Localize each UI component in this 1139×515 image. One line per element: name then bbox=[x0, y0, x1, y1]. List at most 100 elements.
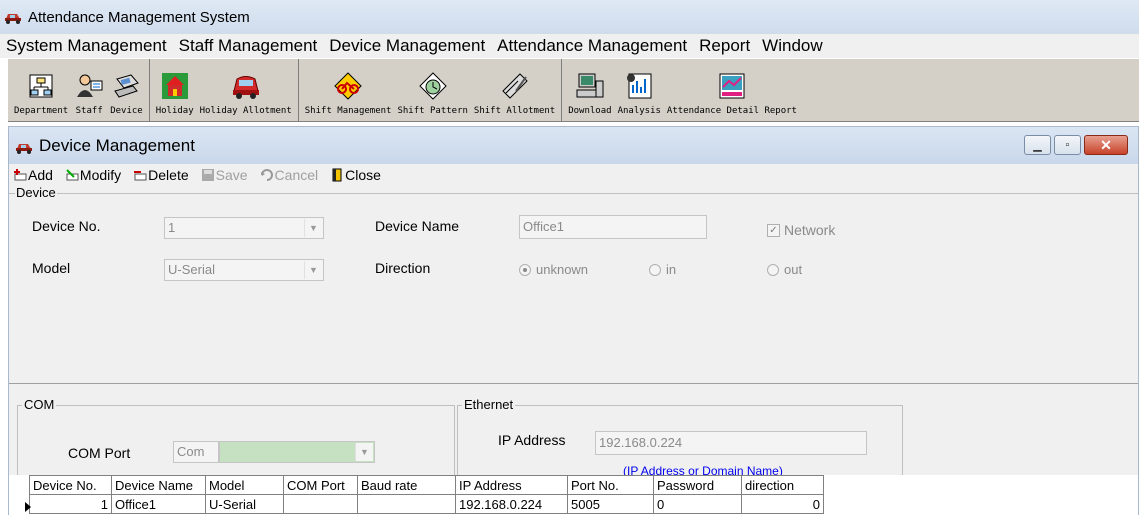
cell-device-name[interactable]: Office1 bbox=[111, 494, 206, 514]
cancel-button[interactable]: Cancel bbox=[260, 167, 319, 183]
add-button[interactable]: Add bbox=[13, 167, 53, 183]
menu-attendance-management[interactable]: Attendance Management bbox=[497, 36, 687, 56]
shift-allotment-button[interactable]: Shift Allotment bbox=[471, 71, 558, 121]
network-checkbox[interactable]: ✓ Network bbox=[767, 222, 835, 238]
column-header[interactable]: IP Address bbox=[455, 475, 568, 495]
delete-label: Delete bbox=[148, 167, 189, 183]
column-header[interactable]: Password bbox=[653, 475, 742, 495]
device-button[interactable]: Device bbox=[107, 71, 146, 121]
direction-in-radio[interactable]: in bbox=[649, 262, 676, 277]
window-controls: ▁ ▫ ✕ bbox=[1021, 135, 1128, 155]
department-label: Department bbox=[14, 106, 69, 116]
device-no-label: Device No. bbox=[32, 218, 101, 234]
column-header[interactable]: Model bbox=[205, 475, 284, 495]
column-header[interactable]: Device Name bbox=[111, 475, 206, 495]
toolbar-group-holiday: Holiday Holiday Allotment bbox=[150, 59, 299, 121]
direction-out-radio[interactable]: out bbox=[767, 262, 802, 277]
radio-icon bbox=[649, 263, 661, 276]
cancel-label: Cancel bbox=[274, 167, 319, 183]
staff-button[interactable]: Staff bbox=[71, 71, 107, 121]
close-button[interactable]: Close bbox=[330, 167, 381, 183]
com-port-prefix[interactable]: Com bbox=[173, 441, 219, 463]
restore-button[interactable]: ▫ bbox=[1054, 135, 1081, 155]
device-no-combo[interactable]: 1 ▼ bbox=[164, 217, 324, 239]
network-label: Network bbox=[784, 222, 836, 238]
download-icon bbox=[576, 73, 604, 98]
shift-pattern-button[interactable]: Shift Pattern bbox=[394, 71, 470, 121]
column-header[interactable]: Device No. bbox=[29, 475, 112, 495]
menu-device-management[interactable]: Device Management bbox=[329, 36, 485, 56]
toolbar-group-shift: Shift Management Shift Pattern Shift All… bbox=[299, 59, 563, 121]
device-name-field[interactable]: Office1 bbox=[519, 215, 707, 239]
holiday-icon bbox=[161, 73, 188, 99]
column-header[interactable]: COM Port bbox=[283, 475, 358, 495]
com-port-combo[interactable]: ▼ bbox=[219, 441, 375, 463]
com-port-label: COM Port bbox=[68, 445, 131, 461]
holiday-allotment-label: Holiday Allotment bbox=[199, 106, 292, 116]
section-divider bbox=[9, 383, 1138, 384]
save-button[interactable]: Save bbox=[201, 167, 248, 183]
main-toolbar: Department Staff Device Holiday Holiday … bbox=[8, 58, 1139, 122]
holiday-allotment-button[interactable]: Holiday Allotment bbox=[197, 71, 295, 121]
model-combo[interactable]: U-Serial ▼ bbox=[164, 259, 324, 281]
ip-address-label: IP Address bbox=[498, 432, 566, 448]
cell-port-no[interactable]: 5005 bbox=[567, 494, 654, 514]
minimize-button[interactable]: ▁ bbox=[1024, 135, 1051, 155]
toolbar-group-report: Download Analysis Attendance Detail Repo… bbox=[562, 59, 803, 121]
device-group-legend: Device bbox=[15, 185, 57, 200]
shift-pattern-icon bbox=[418, 72, 447, 100]
toolbar-group-staff: Department Staff Device bbox=[8, 59, 150, 121]
attendance-detail-report-button[interactable]: Attendance Detail Report bbox=[664, 71, 800, 121]
analysis-button[interactable]: Analysis bbox=[615, 71, 664, 121]
table-row[interactable]: 1 Office1 U-Serial 192.168.0.224 5005 0 … bbox=[29, 494, 824, 514]
analysis-label: Analysis bbox=[617, 106, 661, 116]
direction-unknown-label: unknown bbox=[536, 262, 589, 277]
model-value: U-Serial bbox=[168, 262, 215, 277]
radio-selected-icon bbox=[519, 263, 531, 276]
menu-staff-management[interactable]: Staff Management bbox=[179, 36, 318, 56]
shift-pattern-label: Shift Pattern bbox=[397, 106, 468, 116]
column-header[interactable]: direction bbox=[741, 475, 824, 495]
delete-button[interactable]: Delete bbox=[133, 167, 189, 183]
shift-management-button[interactable]: Shift Management bbox=[302, 71, 395, 121]
ethernet-group: Ethernet IP Address 192.168.0.224 (IP Ad… bbox=[457, 397, 903, 485]
menu-system-management[interactable]: System Management bbox=[6, 36, 167, 56]
device-label: Device bbox=[110, 106, 143, 116]
device-icon bbox=[114, 74, 140, 98]
column-header[interactable]: Port No. bbox=[567, 475, 654, 495]
shift-management-label: Shift Management bbox=[304, 106, 392, 116]
add-label: Add bbox=[28, 167, 53, 183]
holiday-button[interactable]: Holiday bbox=[153, 71, 197, 121]
device-grid: Device No. Device Name Model COM Port Ba… bbox=[29, 475, 824, 514]
menu-report[interactable]: Report bbox=[699, 36, 750, 56]
checkmark-icon: ✓ bbox=[767, 223, 780, 237]
direction-unknown-radio[interactable]: unknown bbox=[519, 262, 588, 277]
analysis-icon bbox=[627, 73, 652, 99]
shift-management-icon bbox=[334, 72, 362, 100]
close-window-button[interactable]: ✕ bbox=[1084, 135, 1128, 155]
modify-button[interactable]: Modify bbox=[65, 167, 121, 183]
restore-icon: ▫ bbox=[1065, 139, 1070, 151]
app-car-icon bbox=[4, 10, 22, 24]
app-title: Attendance Management System bbox=[28, 8, 250, 26]
cell-ip-address[interactable]: 192.168.0.224 bbox=[455, 494, 568, 514]
cell-device-no[interactable]: 1 bbox=[29, 494, 112, 514]
menu-bar: System Management Staff Management Devic… bbox=[0, 34, 1139, 58]
cell-password[interactable]: 0 bbox=[653, 494, 742, 514]
ip-address-field[interactable]: 192.168.0.224 bbox=[595, 431, 867, 455]
shift-allotment-icon bbox=[501, 73, 528, 99]
report-icon bbox=[719, 73, 745, 99]
department-icon bbox=[29, 74, 53, 98]
cell-model[interactable]: U-Serial bbox=[205, 494, 284, 514]
grid-header-row: Device No. Device Name Model COM Port Ba… bbox=[29, 475, 824, 495]
device-toolbar: Add Modify Delete Save Cancel Close bbox=[9, 164, 1138, 186]
holiday-allotment-icon bbox=[232, 76, 259, 99]
download-button[interactable]: Download bbox=[565, 71, 614, 121]
menu-window[interactable]: Window bbox=[762, 36, 822, 56]
cell-direction[interactable]: 0 bbox=[741, 494, 824, 514]
column-header[interactable]: Baud rate bbox=[357, 475, 456, 495]
cell-com-port[interactable] bbox=[283, 494, 358, 514]
department-button[interactable]: Department bbox=[11, 71, 71, 121]
chevron-down-icon: ▼ bbox=[304, 261, 322, 279]
cell-baud-rate[interactable] bbox=[357, 494, 456, 514]
